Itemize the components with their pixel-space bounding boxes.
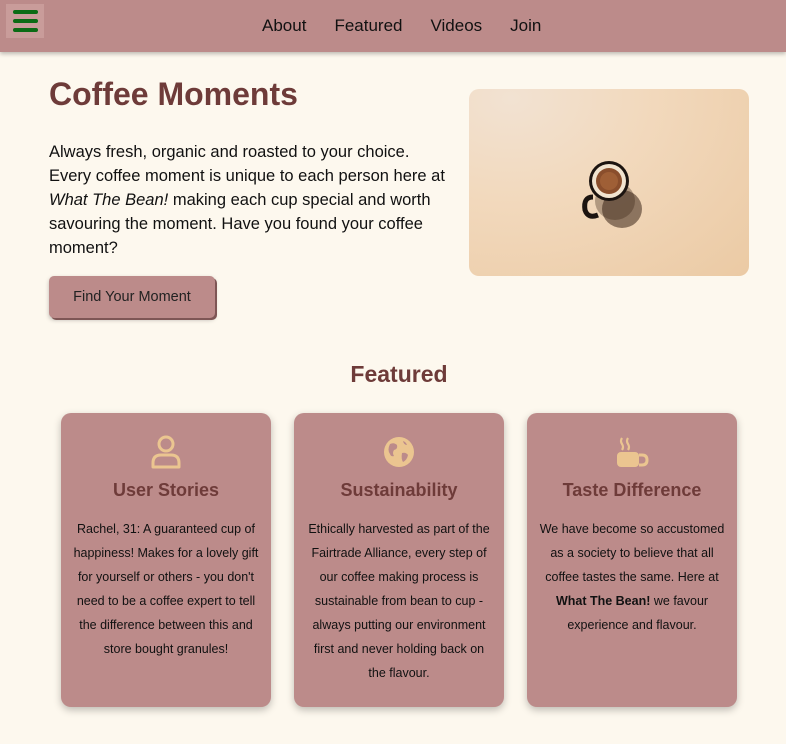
card-text: Ethically harvested as part of the Fairt… [308,522,490,680]
find-your-moment-button[interactable]: Find Your Moment [49,276,215,318]
card-text-part: We have become so accustomed as a societ… [539,522,725,584]
hero-brand: What The Bean! [49,191,169,209]
menu-bar [12,10,38,14]
card-title: User Stories [112,480,220,500]
mug-hot-icon [527,435,737,469]
card-text: Rachel, 31: A guaranteed cup of happines… [73,522,259,656]
card-title: Sustainability [340,480,458,500]
coffee-crema [600,172,618,190]
card-title: Taste Difference [562,480,702,500]
globe-icon [294,435,504,469]
card-user-stories: User Stories Rachel, 31: A guaranteed cu… [61,413,271,707]
hamburger-menu-icon[interactable] [6,4,44,38]
coffee-cup-illustration [582,161,642,228]
nav-link-videos[interactable]: Videos [416,16,496,36]
card-taste-difference: Taste Difference We have become so accus… [527,413,737,707]
hero-text: Always fresh, organic and roasted to you… [49,140,454,260]
brand-name-bold: What The Bean! [555,594,651,608]
nav-link-about[interactable]: About [248,16,320,36]
navbar: About Featured Videos Join [0,0,786,52]
nav-link-join[interactable]: Join [496,16,555,36]
hero-title: Coffee Moments [49,76,298,112]
nav-link-featured[interactable]: Featured [320,16,416,36]
menu-bar [12,28,38,32]
user-icon [61,435,271,469]
nav-links: About Featured Videos Join [248,0,555,52]
card-text: We have become so accustomed as a societ… [537,517,727,637]
hero-text-part: Always fresh, organic and roasted to you… [49,143,445,185]
coffee-cup-top-view-image [469,89,749,276]
featured-title: Featured [350,361,448,387]
menu-bar [12,19,38,23]
card-sustainability: Sustainability Ethically harvested as pa… [294,413,504,707]
